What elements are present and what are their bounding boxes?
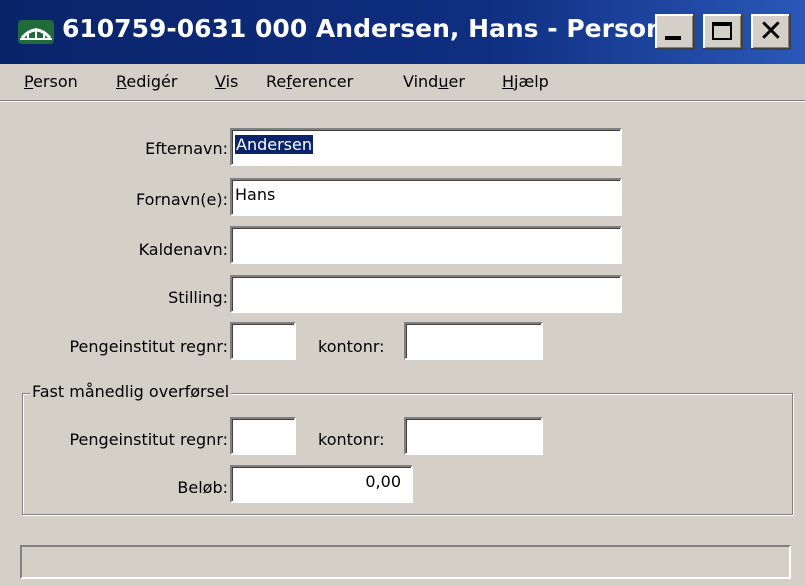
efternavn-label: Efternavn: <box>145 139 228 158</box>
regnr-label: Pengeinstitut regnr: <box>69 337 228 356</box>
menu-vinduer[interactable]: Vinduer <box>403 72 465 91</box>
menu-rediger-rest: edigér <box>126 72 178 91</box>
stilling-label: Stilling: <box>168 288 228 307</box>
menu-hjaelp-mnemonic: H <box>502 72 515 91</box>
kaldenavn-label: Kaldenavn: <box>138 240 228 259</box>
status-bar <box>20 545 791 579</box>
kaldenavn-field[interactable] <box>230 226 622 264</box>
transfer-kontonr-field[interactable] <box>404 417 543 455</box>
menu-hjaelp[interactable]: Hjælp <box>502 72 549 91</box>
kontonr-label: kontonr: <box>318 337 385 356</box>
menu-vis[interactable]: Vis <box>215 72 238 91</box>
maximize-icon <box>712 22 732 40</box>
transfer-group-title: Fast månedlig overførsel <box>30 382 232 401</box>
person-window: 610759-0631 000 Andersen, Hans - Person.… <box>0 0 805 586</box>
menu-vinduer-mnemonic: u <box>438 72 449 91</box>
menu-person-rest: erson <box>33 72 78 91</box>
minimize-button[interactable] <box>655 14 695 50</box>
transfer-regnr-field[interactable] <box>230 417 296 455</box>
menu-separator <box>0 100 805 102</box>
transfer-regnr-label: Pengeinstitut regnr: <box>69 430 228 449</box>
amount-field[interactable]: 0,00 <box>230 465 413 503</box>
title-bar[interactable]: 610759-0631 000 Andersen, Hans - Person.… <box>0 0 805 64</box>
menu-rediger[interactable]: Redigér <box>116 72 177 91</box>
fornavn-label: Fornavn(e): <box>136 190 228 209</box>
menu-person-mnemonic: P <box>24 72 34 91</box>
menu-person[interactable]: Person <box>24 72 78 91</box>
kontonr-field[interactable] <box>404 322 543 360</box>
menu-referencer-pre: Re <box>266 72 287 91</box>
amount-label: Beløb: <box>177 478 228 497</box>
efternavn-field[interactable]: Andersen <box>230 128 622 166</box>
window-title: 610759-0631 000 Andersen, Hans - Person.… <box>62 14 693 43</box>
menu-hjaelp-rest: jælp <box>514 72 549 91</box>
bridge-app-icon[interactable] <box>18 20 54 44</box>
efternavn-value: Andersen <box>235 135 313 154</box>
regnr-field[interactable] <box>230 322 296 360</box>
fornavn-field[interactable]: Hans <box>230 178 622 216</box>
menu-referencer[interactable]: Referencer <box>266 72 353 91</box>
menu-vis-mnemonic: V <box>215 72 226 91</box>
menu-referencer-rest: erencer <box>291 72 354 91</box>
menu-rediger-mnemonic: R <box>116 72 127 91</box>
transfer-kontonr-label: kontonr: <box>318 430 385 449</box>
stilling-field[interactable] <box>230 275 622 313</box>
minimize-icon <box>665 36 681 40</box>
menu-bar: Person Redigér Vis Referencer Vinduer Hj… <box>0 64 805 98</box>
maximize-button[interactable] <box>703 14 743 50</box>
menu-vis-rest: is <box>225 72 239 91</box>
menu-vinduer-rest: er <box>448 72 465 91</box>
close-icon: ✕ <box>758 14 784 49</box>
close-button[interactable]: ✕ <box>751 14 791 50</box>
menu-vinduer-pre: Vind <box>403 72 439 91</box>
